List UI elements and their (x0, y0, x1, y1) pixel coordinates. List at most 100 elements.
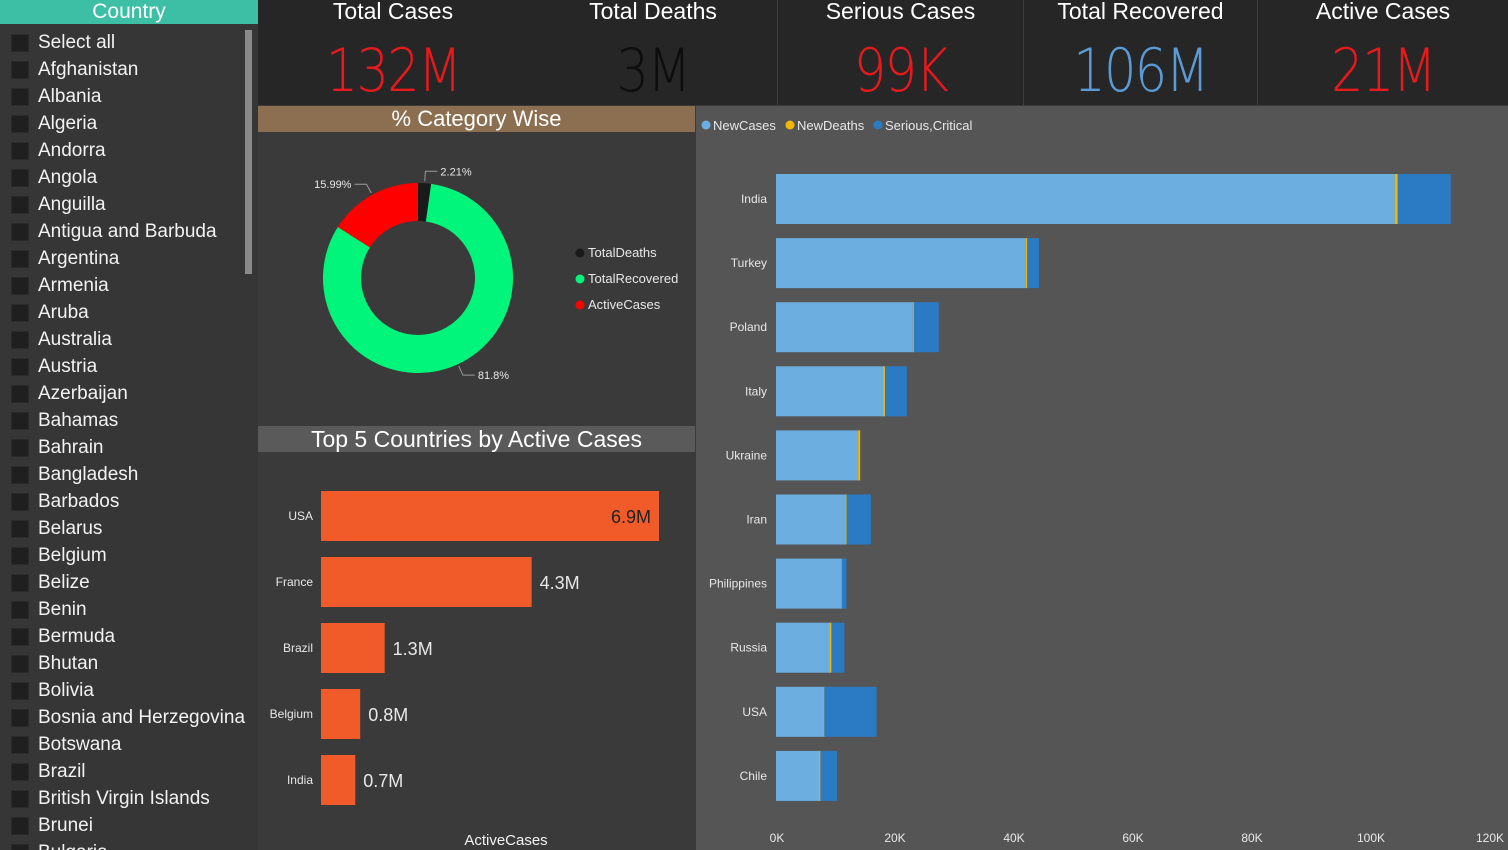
country-item[interactable]: Azerbaijan (0, 380, 244, 407)
x-tick-label: 60K (1122, 831, 1143, 845)
stacked-segment-newcases[interactable] (776, 174, 1395, 224)
country-item[interactable]: Bhutan (0, 650, 244, 677)
stacked-segment-newdeaths[interactable] (883, 366, 886, 417)
stacked-segment-newcases[interactable] (776, 750, 820, 801)
checkbox[interactable] (11, 438, 29, 457)
country-item[interactable]: British Virgin Islands (0, 785, 244, 812)
country-item[interactable]: Benin (0, 596, 244, 623)
checkbox[interactable] (11, 519, 29, 538)
bar-data-label: 0.8M (368, 705, 408, 725)
checkbox[interactable] (11, 627, 29, 646)
checkbox[interactable] (11, 600, 29, 619)
country-label: Anguilla (38, 193, 106, 215)
country-item[interactable]: Albania (0, 83, 244, 110)
stacked-segment-serious-critical[interactable] (820, 750, 837, 801)
country-item[interactable]: Botswana (0, 731, 244, 758)
checkbox[interactable] (11, 168, 29, 187)
country-item[interactable]: Bulgaria (0, 839, 244, 850)
legend-marker (575, 274, 585, 284)
bar[interactable] (321, 623, 385, 673)
country-item[interactable]: Brazil (0, 758, 244, 785)
stacked-segment-newcases[interactable] (776, 494, 846, 545)
checkbox[interactable] (11, 465, 29, 484)
checkbox[interactable] (11, 330, 29, 349)
country-item[interactable]: Australia (0, 326, 244, 353)
stacked-segment-newcases[interactable] (776, 366, 884, 417)
country-item[interactable]: Austria (0, 353, 244, 380)
bar[interactable] (321, 689, 361, 739)
checkbox[interactable] (11, 33, 29, 52)
checkbox[interactable] (11, 195, 29, 214)
country-item[interactable]: Bosnia and Herzegovina (0, 704, 245, 731)
checkbox[interactable] (11, 654, 29, 673)
stacked-segment-serious-critical[interactable] (846, 494, 871, 545)
country-item[interactable]: Argentina (0, 245, 244, 272)
country-item[interactable]: Andorra (0, 137, 244, 164)
stacked-segment-newcases[interactable] (776, 302, 913, 353)
checkbox[interactable] (11, 303, 29, 322)
stacked-segment-serious-critical[interactable] (913, 302, 939, 353)
country-item[interactable]: Anguilla (0, 191, 244, 218)
stacked-segment-newdeaths[interactable] (858, 430, 861, 481)
stacked-segment-serious-critical[interactable] (1397, 174, 1451, 224)
country-item[interactable]: Aruba (0, 299, 244, 326)
country-item[interactable]: Algeria (0, 110, 244, 137)
stacked-segment-serious-critical[interactable] (841, 558, 847, 609)
checkbox[interactable] (11, 573, 29, 592)
stacked-segment-newcases[interactable] (776, 686, 824, 737)
checkbox[interactable] (11, 384, 29, 403)
stacked-segment-newdeaths[interactable] (1394, 174, 1398, 224)
checkbox[interactable] (11, 249, 29, 268)
checkbox[interactable] (11, 60, 29, 79)
bar[interactable] (321, 491, 659, 541)
kpi-active-cases: Active Cases 21M (1258, 0, 1508, 106)
slicer-scrollbar[interactable] (245, 30, 252, 274)
country-item[interactable]: Bolivia (0, 677, 244, 704)
country-label: Benin (38, 598, 87, 620)
checkbox[interactable] (11, 411, 29, 430)
stacked-segment-serious-critical[interactable] (824, 686, 877, 737)
checkbox[interactable] (11, 114, 29, 133)
checkbox[interactable] (11, 762, 29, 781)
stacked-segment-newcases[interactable] (776, 238, 1026, 289)
checkbox[interactable] (11, 708, 29, 727)
checkbox[interactable] (11, 789, 29, 808)
bar[interactable] (321, 755, 356, 805)
checkbox[interactable] (11, 681, 29, 700)
checkbox[interactable] (11, 87, 29, 106)
bar[interactable] (321, 557, 532, 607)
stacked-segment-newcases[interactable] (776, 558, 842, 609)
checkbox[interactable] (11, 357, 29, 376)
country-label: Argentina (38, 247, 120, 269)
country-item[interactable]: Bahamas (0, 407, 244, 434)
stacked-segment-newcases[interactable] (776, 622, 830, 673)
country-item[interactable]: Bermuda (0, 623, 244, 650)
country-item[interactable]: Belize (0, 569, 244, 596)
select-all-item[interactable]: Select all (0, 29, 244, 56)
checkbox[interactable] (11, 735, 29, 754)
checkbox[interactable] (11, 222, 29, 241)
country-item[interactable]: Barbados (0, 488, 244, 515)
country-item[interactable]: Belgium (0, 542, 244, 569)
country-item[interactable]: Armenia (0, 272, 244, 299)
category-label: Brazil (283, 641, 313, 655)
checkbox[interactable] (11, 843, 29, 850)
checkbox[interactable] (11, 141, 29, 160)
stacked-segment-serious-critical[interactable] (831, 622, 845, 673)
country-item[interactable]: Brunei (0, 812, 244, 839)
country-item[interactable]: Belarus (0, 515, 244, 542)
country-item[interactable]: Antigua and Barbuda (0, 218, 244, 245)
category-label: Iran (746, 513, 767, 527)
checkbox[interactable] (11, 816, 29, 835)
country-item[interactable]: Bangladesh (0, 461, 244, 488)
checkbox[interactable] (11, 546, 29, 565)
country-item[interactable]: Angola (0, 164, 244, 191)
stacked-segment-serious-critical[interactable] (884, 366, 907, 417)
stacked-segment-newdeaths[interactable] (829, 622, 832, 673)
country-item[interactable]: Bahrain (0, 434, 244, 461)
checkbox[interactable] (11, 276, 29, 295)
stacked-segment-serious-critical[interactable] (1027, 238, 1039, 289)
country-item[interactable]: Afghanistan (0, 56, 244, 83)
stacked-segment-newcases[interactable] (776, 430, 859, 481)
checkbox[interactable] (11, 492, 29, 511)
